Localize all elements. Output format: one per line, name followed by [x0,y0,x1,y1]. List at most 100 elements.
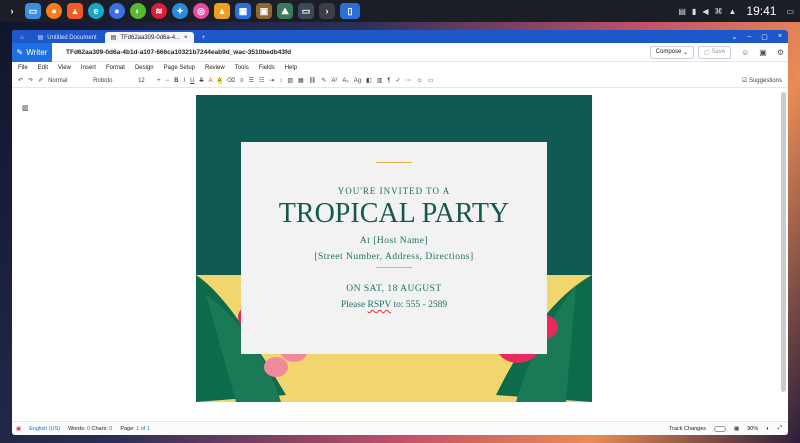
italic-icon[interactable]: I [183,78,185,84]
game-icon[interactable]: ▦ [235,3,251,19]
menu-review[interactable]: Review [205,65,225,71]
bold-icon[interactable]: B [174,78,178,84]
active-window-icon[interactable]: ▯ [340,3,360,19]
vlc-icon[interactable]: ◎ [193,3,209,19]
theme-icon[interactable]: ◐ [766,426,769,432]
close-icon[interactable]: × [184,35,188,41]
tab-untitled[interactable]: ▤ Untitled Document [32,32,103,43]
browser-icon[interactable]: ◐ [130,3,146,19]
terminal-icon[interactable]: ⛰ [277,3,293,19]
menu-icon[interactable]: › [4,3,20,19]
files-icon[interactable]: ▭ [25,3,41,19]
font-size-select[interactable]: 12 [138,78,152,84]
chevron-down-icon[interactable]: ⌄ [732,33,738,41]
vivaldi-icon[interactable]: ✦ [172,3,188,19]
text-color-icon[interactable]: A [209,78,213,84]
more-icon[interactable]: ⋯ [406,77,412,84]
address-line: [Street Number, Address, Directions] [314,252,474,262]
new-tab-button[interactable]: + [196,32,212,43]
home-tab[interactable]: ⌂ [14,32,30,43]
font-select[interactable]: Roboto [93,78,133,84]
notification-icon[interactable]: ▲ [728,7,736,16]
menu-format[interactable]: Format [106,65,125,71]
maximize-icon[interactable]: ▢ [761,33,768,41]
superscript-icon[interactable]: A² [331,78,337,84]
style-select[interactable]: Normal [48,78,88,84]
menu-view[interactable]: View [58,65,71,71]
link-icon[interactable]: ⛓ [309,77,317,84]
window-switch-icon[interactable]: › [319,3,335,19]
spelling-icon[interactable]: ✓ [396,77,401,84]
page-value[interactable]: 1 [136,426,139,432]
app-badge[interactable]: ✎ Writer [12,42,52,62]
table-icon[interactable]: ▦ [298,77,304,84]
language-status[interactable]: English (US) [29,426,60,432]
user-icon[interactable]: ☺ [741,48,749,57]
edge-icon[interactable]: e [88,3,104,19]
share-icon[interactable]: ▣ [759,48,767,57]
minimize-icon[interactable]: – [747,33,751,41]
indent-icon[interactable]: ⇥ [269,77,274,84]
clock[interactable]: 19:41 [746,4,776,18]
menu-file[interactable]: File [18,65,28,71]
highlight-icon[interactable]: A [217,77,222,84]
bullets-icon[interactable]: ☰ [249,77,254,84]
track-changes-toggle[interactable] [714,425,727,432]
chat-icon[interactable]: ▭ [428,77,434,84]
suggestions-button[interactable]: ☑ Suggestions [742,77,782,84]
subscript-icon[interactable]: A₂ [342,78,348,84]
menu-help[interactable]: Help [285,65,297,71]
menu-page-setup[interactable]: Page Setup [164,65,195,71]
music-icon[interactable]: ≋ [151,3,167,19]
menu-edit[interactable]: Edit [38,65,48,71]
tab-active-document[interactable]: ▤ TFd62aa309-0d6a-4... × [104,32,194,43]
monitor-icon[interactable]: ▣ [256,3,272,19]
redo-icon[interactable]: ↷ [28,77,33,84]
zoom-level[interactable]: 90% [747,426,758,432]
close-window-icon[interactable]: × [778,33,782,41]
document-canvas[interactable]: ▥ YOU'RE INVITED TO A TROPICAL PARTY At … [12,88,788,421]
menu-tools[interactable]: Tools [235,65,249,71]
image-icon[interactable]: ▲ [214,3,230,19]
vertical-scrollbar[interactable] [781,92,786,392]
undo-icon[interactable]: ↶ [18,77,23,84]
menu-design[interactable]: Design [135,65,154,71]
gear-icon[interactable]: ⚙ [777,48,784,57]
brave-icon[interactable]: ▲ [67,3,83,19]
menu-insert[interactable]: Insert [81,65,96,71]
increase-size-icon[interactable]: + [157,78,161,84]
compose-dropdown[interactable]: Compose ⌄ [649,45,695,59]
fullscreen-icon[interactable]: ⤢ [778,425,782,432]
firefox-icon[interactable]: ● [46,3,62,19]
columns-view-icon[interactable]: ▥ [22,104,29,112]
strikethrough-icon[interactable]: S [199,78,203,84]
document-title[interactable]: TFd62aa309-0d6a-4b1d-a107-666ca10321b724… [66,49,291,56]
network-icon[interactable]: ⌘ [714,7,722,16]
shading-icon[interactable]: ◧ [366,77,372,84]
spellcheck-icon[interactable]: ▣ [16,426,21,432]
screen-icon[interactable]: ▭ [298,3,314,19]
image-icon[interactable]: ▨ [287,77,293,84]
comment-icon[interactable]: ✎ [321,77,326,84]
save-button[interactable]: ▢ Save [698,45,732,59]
underline-icon[interactable]: U [190,78,194,84]
chrome-icon[interactable]: ● [109,3,125,19]
format-painter-icon[interactable]: ✐ [38,77,43,84]
decrease-size-icon[interactable]: − [166,78,170,84]
battery-icon[interactable]: ▮ [692,7,696,16]
paragraph-icon[interactable]: ¶ [387,78,390,84]
menu-fields[interactable]: Fields [259,65,275,71]
line-spacing-icon[interactable]: ↕ [279,78,282,84]
numbering-icon[interactable]: ☷ [259,77,264,84]
volume-icon[interactable]: ◀ [702,7,708,16]
columns-icon[interactable]: ▥ [377,77,383,84]
view-mode-icon[interactable]: ▦ [734,426,739,432]
document-page[interactable]: YOU'RE INVITED TO A TROPICAL PARTY At [H… [196,95,592,402]
desktop-icon[interactable]: ▭ [786,7,794,16]
clipboard-icon[interactable]: ▤ [678,7,686,16]
clear-format-icon[interactable]: ⌫ [227,77,235,84]
emoji-icon[interactable]: ☺ [417,78,423,84]
case-icon[interactable]: Ag [354,78,361,84]
align-icon[interactable]: ≡ [240,78,244,84]
chars-value: 0 [109,425,113,432]
